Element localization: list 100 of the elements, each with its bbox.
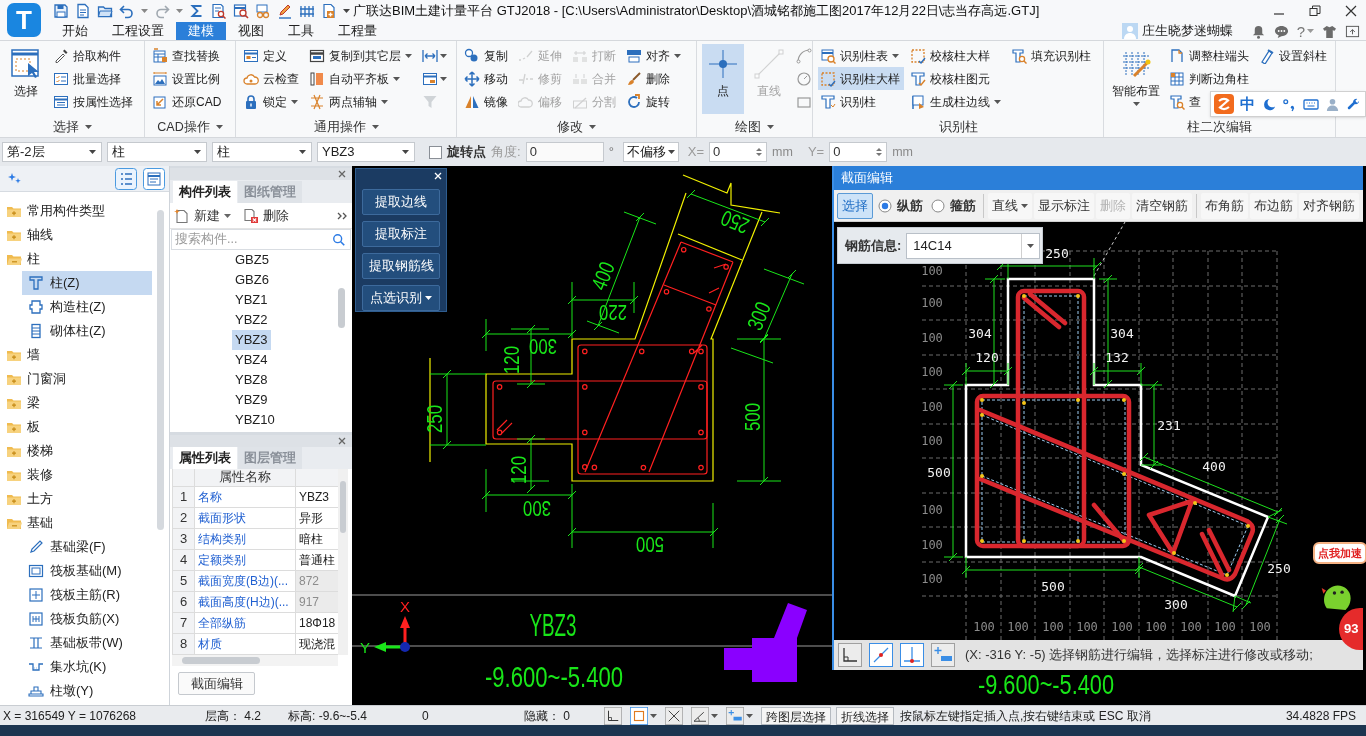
horizontal-scrollbar[interactable]: [172, 655, 338, 666]
tree-item[interactable]: 梁: [0, 391, 148, 415]
grid-icon[interactable]: [299, 3, 315, 19]
app-logo[interactable]: T: [7, 3, 41, 37]
rebar-info-dropdown[interactable]: 14C14: [906, 232, 1041, 259]
plus-bar-icon[interactable]: [931, 643, 955, 667]
radio-option[interactable]: 箍筋: [928, 193, 979, 218]
list-item[interactable]: YBZ4: [232, 350, 271, 370]
select-dropdown[interactable]: 第-2层: [2, 142, 102, 162]
form-view-icon[interactable]: [143, 167, 165, 190]
tree-item[interactable]: 常用构件类型: [0, 199, 148, 223]
ribbon-button[interactable]: 选择: [5, 44, 47, 114]
ribbon-button[interactable]: 点: [702, 44, 744, 114]
tool-button[interactable]: 显示标注: [1034, 192, 1094, 219]
menu-tab[interactable]: 开始: [50, 22, 100, 40]
ribbon-button[interactable]: 还原CAD: [150, 90, 226, 113]
panel-button[interactable]: 提取边线: [362, 189, 440, 215]
cross-icon[interactable]: [665, 706, 683, 725]
menu-tab[interactable]: 建模: [176, 22, 226, 40]
ribbon-button[interactable]: 删除: [624, 67, 674, 90]
report-icon[interactable]: [211, 3, 227, 19]
width-arrows-icon[interactable]: [422, 47, 438, 64]
ime-logo-icon[interactable]: [1214, 94, 1234, 114]
circle-icon[interactable]: [796, 70, 812, 87]
group-menu-button[interactable]: CAD操作: [157, 117, 223, 137]
tree-item[interactable]: 轴线: [0, 223, 148, 247]
spinner-icon[interactable]: [754, 147, 765, 157]
folder-icon[interactable]: [97, 3, 113, 19]
undo-icon[interactable]: [119, 3, 135, 19]
menu-tab[interactable]: 工程量: [326, 22, 389, 40]
ribbon-button[interactable]: 自动平齐板: [307, 67, 404, 90]
user-name[interactable]: 庄生晓梦迷蝴蝶: [1141, 21, 1233, 41]
document-icon[interactable]: [75, 3, 91, 19]
tree-item[interactable]: 柱墩(Y): [22, 679, 152, 703]
list-item[interactable]: YBZ2: [232, 310, 271, 330]
keyboard-icon[interactable]: [1303, 96, 1319, 112]
ribbon-button[interactable]: 判断边角柱: [1167, 67, 1253, 90]
redo-icon[interactable]: [154, 3, 170, 19]
glasses-icon[interactable]: [255, 3, 271, 19]
panel-button[interactable]: 提取标注: [362, 221, 440, 247]
save-icon[interactable]: [53, 3, 69, 19]
ribbon-button[interactable]: 智能布置: [1109, 44, 1163, 114]
section-edit-button[interactable]: 截面编辑: [178, 672, 255, 696]
file-add-icon[interactable]: [321, 3, 337, 19]
punctuation-icon[interactable]: [1282, 96, 1297, 112]
list-item[interactable]: GBZ5: [232, 250, 272, 270]
sigma-icon[interactable]: [189, 3, 205, 19]
ribbon-button[interactable]: 定义: [241, 44, 291, 67]
ribbon-button[interactable]: 校核柱图元: [908, 67, 994, 90]
ribbon-button[interactable]: 生成柱边线: [908, 90, 1005, 113]
tree-item[interactable]: 门窗洞: [0, 367, 148, 391]
checkbox[interactable]: [429, 145, 442, 159]
tree-item[interactable]: 集水坑(K): [22, 655, 152, 679]
ribbon-button[interactable]: 锁定: [241, 90, 302, 113]
select-dropdown[interactable]: YBZ3: [317, 142, 415, 162]
angle-icon[interactable]: [691, 706, 709, 725]
tool-button[interactable]: 对齐钢筋: [1299, 192, 1359, 219]
right-angle-icon[interactable]: [838, 643, 862, 667]
ribbon-button[interactable]: 复制到其它层: [307, 44, 416, 67]
delete-button[interactable]: 删除: [243, 205, 289, 226]
wrench-icon[interactable]: [1346, 96, 1361, 112]
plus-bar-icon[interactable]: [726, 706, 744, 725]
ribbon-button[interactable]: 识别柱表: [818, 44, 903, 67]
sheet-search-icon[interactable]: [233, 3, 249, 19]
close-icon[interactable]: [1344, 4, 1358, 18]
tree-item[interactable]: 基础: [0, 511, 148, 535]
ribbon-button[interactable]: 查: [1167, 90, 1205, 113]
pen-icon[interactable]: [277, 3, 293, 19]
chat-icon[interactable]: [1273, 23, 1289, 39]
status-button[interactable]: 跨图层选择: [761, 706, 831, 725]
restore-icon[interactable]: [1308, 4, 1322, 18]
panel-button[interactable]: 点选识别: [362, 285, 440, 311]
group-menu-button[interactable]: 通用操作: [313, 117, 379, 137]
tree-item[interactable]: 构造柱(Z): [22, 295, 152, 319]
ribbon-button[interactable]: 镜像: [462, 90, 512, 113]
arc-icon[interactable]: [796, 47, 812, 64]
checkbox-label[interactable]: 旋转点: [447, 142, 486, 162]
ribbon-button[interactable]: 识别柱: [818, 90, 880, 113]
tree-item[interactable]: 墙: [0, 343, 148, 367]
panel-tab[interactable]: 属性列表: [173, 447, 237, 469]
search-icon[interactable]: [332, 232, 346, 247]
list-item[interactable]: YBZ1: [232, 290, 271, 310]
radio-option[interactable]: 纵筋: [875, 193, 926, 218]
ribbon-button[interactable]: 两点辅轴: [307, 90, 392, 113]
select-dropdown[interactable]: 柱: [107, 142, 207, 162]
ribbon-button[interactable]: 设置斜柱: [1257, 44, 1331, 67]
ribbon-button[interactable]: 批量选择: [51, 67, 125, 90]
select-dropdown[interactable]: 柱: [212, 142, 312, 162]
offset-dropdown[interactable]: 不偏移: [622, 142, 679, 162]
ribbon-button[interactable]: 调整柱端头: [1167, 44, 1253, 67]
angle-field[interactable]: 0: [525, 142, 604, 162]
moon-icon[interactable]: [1261, 96, 1276, 112]
ribbon-button[interactable]: 对齐: [624, 44, 685, 67]
tree-item[interactable]: 砌体柱(Z): [22, 319, 152, 343]
radio-button-icon[interactable]: [878, 198, 892, 213]
ribbon-button[interactable]: 复制: [462, 44, 512, 67]
list-item[interactable]: GBZ6: [232, 270, 272, 290]
tree-item[interactable]: 土方: [0, 487, 148, 511]
tree-item[interactable]: 楼梯: [0, 439, 148, 463]
list-item[interactable]: YBZ8: [232, 370, 271, 390]
